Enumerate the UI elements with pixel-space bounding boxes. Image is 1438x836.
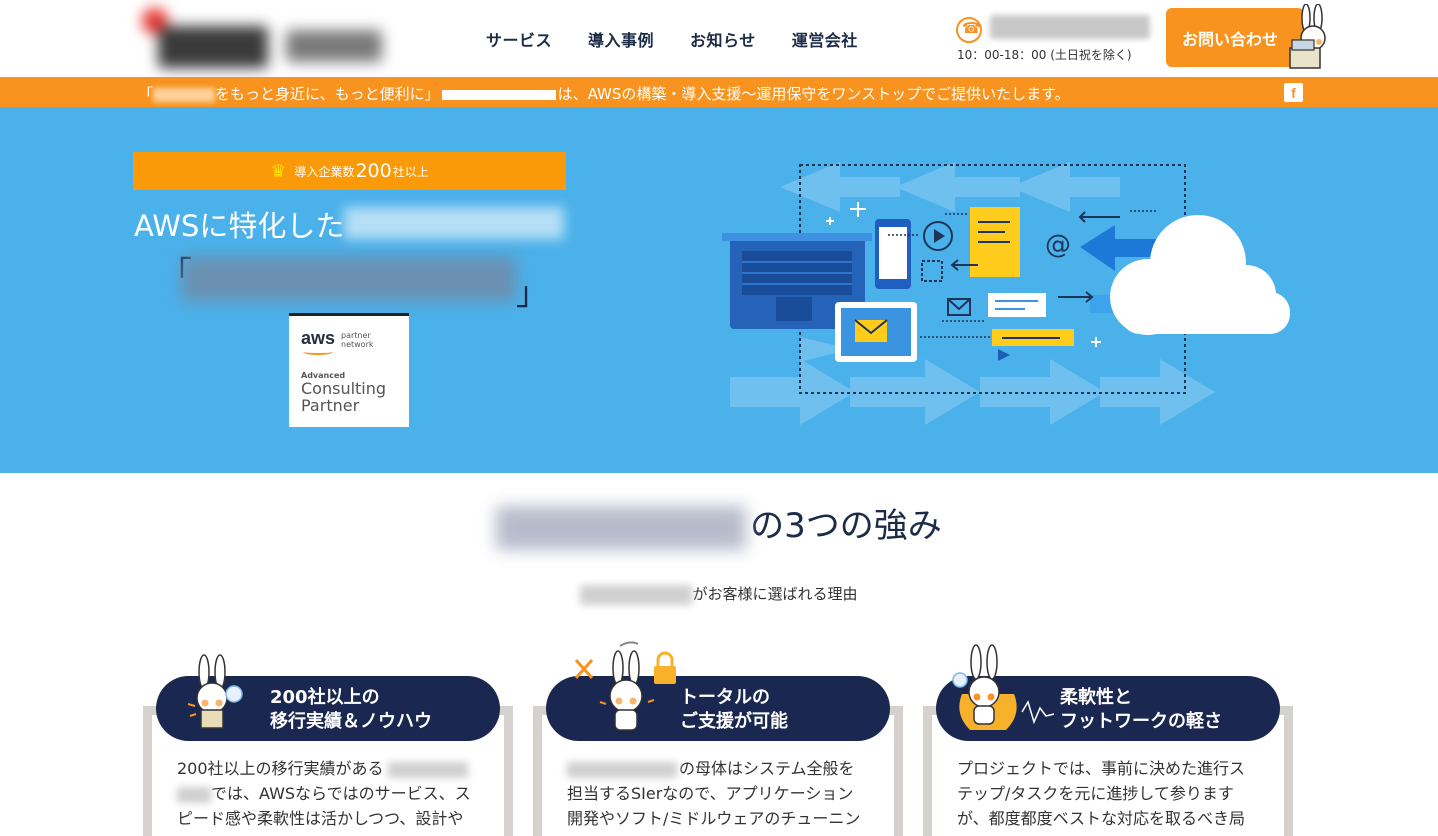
nav-news[interactable]: お知らせ bbox=[690, 27, 756, 51]
aws-partner-type: Consulting Partner bbox=[301, 379, 387, 415]
badge-suffix: 社以上 bbox=[392, 164, 429, 179]
hero-title: AWSに特化した bbox=[134, 209, 345, 243]
rabbit-mascot-icon bbox=[1289, 4, 1326, 69]
strengths-heading-text: の3つの強み bbox=[750, 506, 942, 546]
tagline-banner: 「 をもっと身近に、もっと便利に」 は、AWSの構築・導入支援〜運用保守をワンストッ… bbox=[0, 77, 1438, 107]
strengths-subheading: がお客様に選ばれる理由 bbox=[0, 583, 1438, 605]
redacted-service-name bbox=[153, 87, 216, 102]
svg-text:@: @ bbox=[1045, 230, 1071, 260]
redacted-service-name-sub bbox=[580, 584, 693, 605]
redacted-company-name bbox=[441, 89, 556, 100]
strengths-heading: の3つの強み bbox=[0, 498, 1438, 550]
rabbit-mascot-icon bbox=[187, 654, 243, 729]
aws-logo-text: aws bbox=[301, 328, 336, 348]
cloud-migration-illustration: @ bbox=[722, 162, 1290, 425]
rabbit-mascot-icon bbox=[574, 641, 676, 731]
strength-card-3-body: プロジェクトでは、事前に決めた進行ス テップ/タスクを元に進捗して参ります が、… bbox=[957, 759, 1246, 828]
aws-smile-icon bbox=[303, 349, 333, 355]
rabbit-mascot-icon bbox=[952, 644, 1055, 730]
redacted-service-name-large bbox=[182, 257, 516, 301]
main-nav: サービス 導入事例 お知らせ 運営会社 bbox=[486, 27, 858, 51]
strengths-subheading-text: がお客様に選ばれる理由 bbox=[692, 585, 858, 603]
badge-number: 200 bbox=[355, 160, 392, 182]
site-header: サービス 導入事例 お知らせ 運営会社 10：00-18：00 (土日祝を除く)… bbox=[0, 0, 1438, 77]
strength-card-2-body: の母体はシステム全般を 担当するSIerなので、アプリケーション 開発やソフト/… bbox=[567, 759, 861, 828]
strength-card-1-body: 200社以上の移行実績がある では、AWSならではのサービス、ス ピード感や柔軟… bbox=[177, 759, 471, 828]
tagline-slogan: をもっと身近に、もっと便利に」 bbox=[215, 85, 440, 103]
crown-icon: ♛ bbox=[270, 160, 287, 182]
aws-partner-badge: aws partner network Advanced Consulting … bbox=[289, 313, 409, 427]
hero-section: ♛ 導入企業数 200 社以上 AWSに特化した 「 」 aws partner n… bbox=[0, 107, 1438, 473]
tagline-description: は、AWSの構築・導入支援〜運用保守をワンストップでご提供いたします。 bbox=[557, 85, 1070, 103]
nav-case-studies[interactable]: 導入事例 bbox=[588, 27, 654, 51]
facebook-icon[interactable]: f bbox=[1284, 83, 1303, 102]
phone-icon bbox=[956, 17, 982, 43]
hero-bracket-close: 」 bbox=[516, 274, 549, 312]
cloud-icon bbox=[1110, 215, 1290, 335]
badge-prefix: 導入企業数 bbox=[294, 164, 355, 179]
tagline-open-quote: 「 bbox=[138, 85, 154, 103]
nav-company[interactable]: 運営会社 bbox=[792, 27, 858, 51]
company-logo[interactable] bbox=[118, 8, 386, 72]
strength-card-3-title: 柔軟性と フットワークの軽さ bbox=[1060, 687, 1222, 732]
strength-card-1-title: 200社以上の 移行実績＆ノウハウ bbox=[270, 687, 432, 732]
aws-partner-network-label: partner network bbox=[341, 331, 374, 349]
tools-icon bbox=[574, 659, 594, 679]
redacted-hero-subtitle bbox=[344, 207, 564, 239]
strength-card-2-title: トータルの ご支援が可能 bbox=[680, 687, 788, 732]
nav-services[interactable]: サービス bbox=[486, 27, 552, 51]
tagline-text: 「 をもっと身近に、もっと便利に」 は、AWSの構築・導入支援〜運用保守をワンストッ… bbox=[138, 83, 1070, 104]
redacted-service-name-heading bbox=[496, 505, 747, 550]
phone-number-redacted bbox=[990, 15, 1150, 39]
business-hours: 10：00-18：00 (土日祝を除く) bbox=[957, 48, 1132, 62]
contact-button[interactable]: お問い合わせ bbox=[1166, 8, 1304, 67]
client-count-badge: ♛ 導入企業数 200 社以上 bbox=[133, 152, 566, 190]
